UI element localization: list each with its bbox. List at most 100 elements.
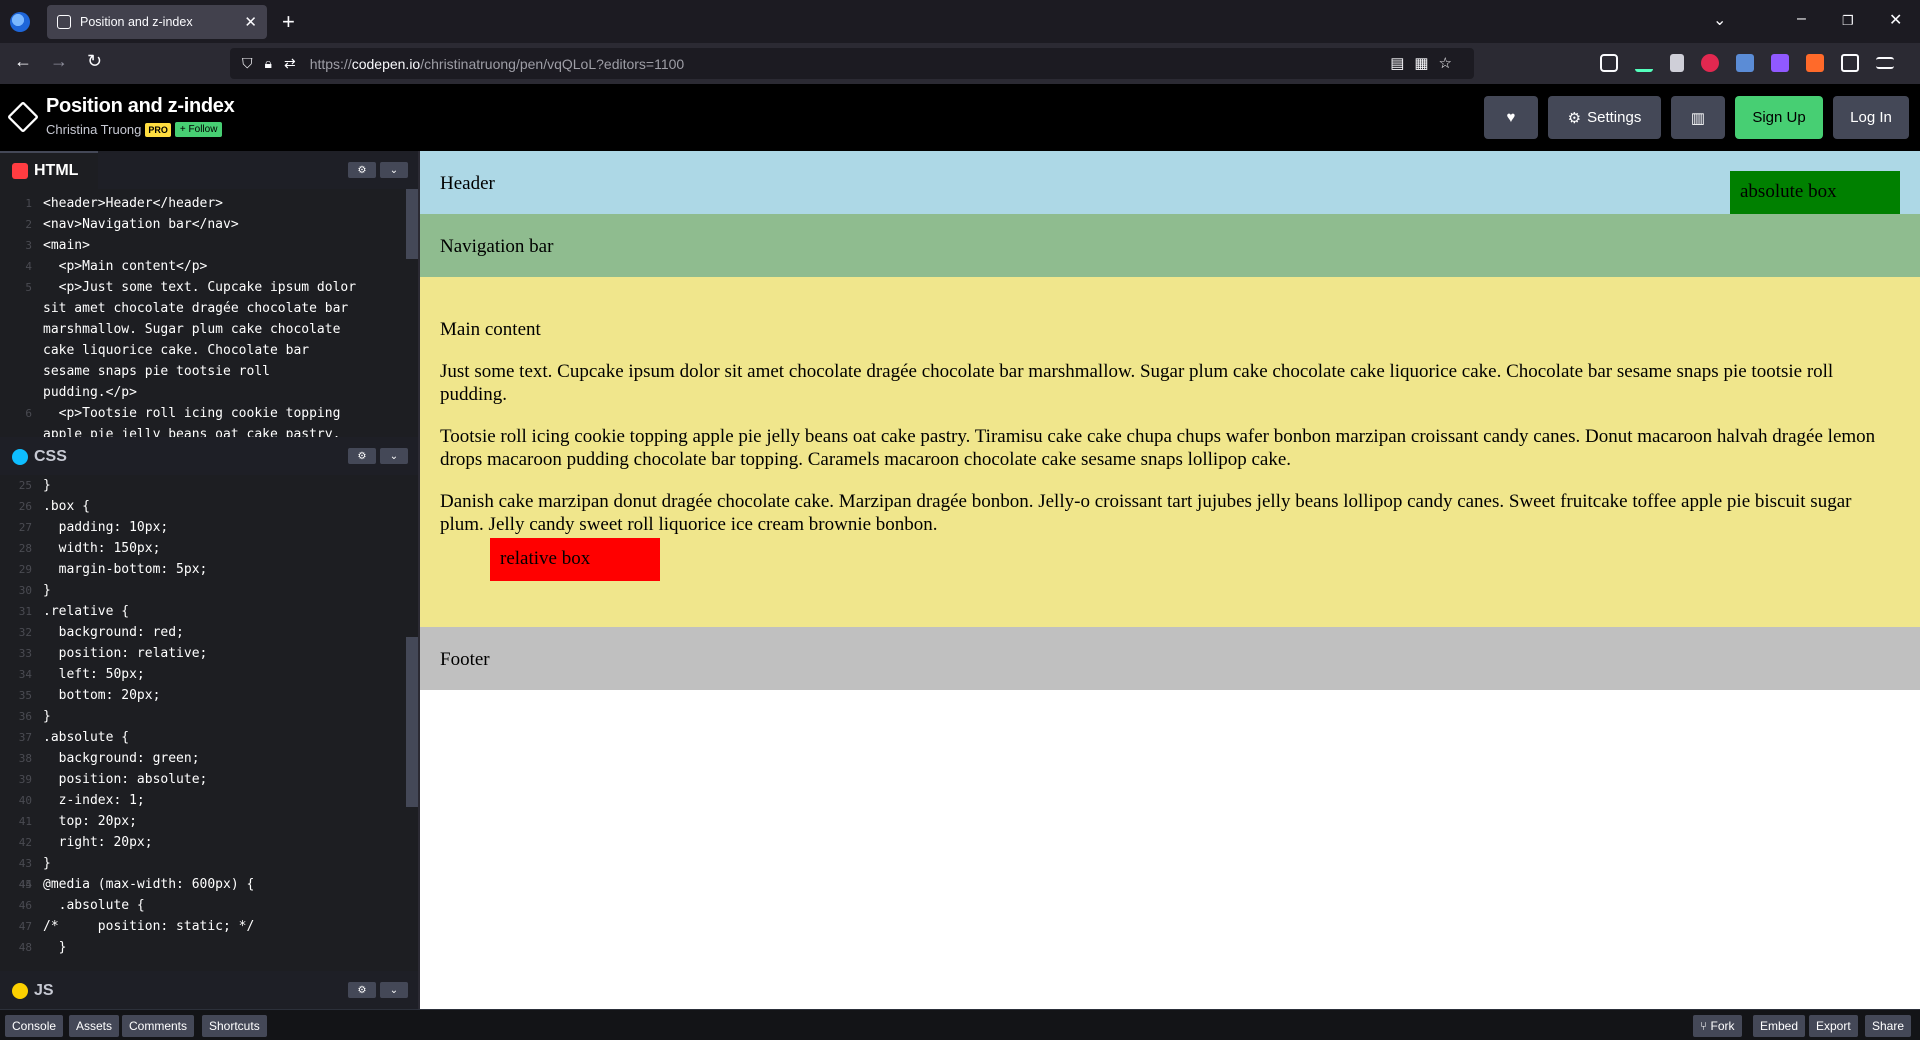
code-line[interactable]: 4 <p>Main content</p>	[0, 256, 418, 277]
share-button[interactable]: Share	[1865, 1015, 1912, 1037]
forward-icon[interactable]: →	[50, 51, 68, 72]
code-line[interactable]: cake liquorice cake. Chocolate bar	[0, 340, 418, 361]
code-text: right: 20px;	[43, 835, 153, 850]
url-bar[interactable]: ⛉ 🔒︎ ⇄ https://codepen.io/christinatruon…	[230, 48, 1474, 79]
editor-settings-icon[interactable]: ⚙	[348, 162, 376, 178]
login-button[interactable]: Log In	[1833, 96, 1909, 139]
code-line[interactable]: 38 background: green;	[0, 748, 418, 769]
code-line[interactable]: 39 position: absolute;	[0, 769, 418, 790]
browser-tab-active[interactable]: Position and z-index ✕	[47, 5, 267, 39]
extension-orange-icon[interactable]	[1806, 54, 1824, 72]
line-number: 2	[25, 218, 32, 231]
extension-blue-icon[interactable]	[1736, 54, 1754, 72]
menu-icon[interactable]	[1876, 57, 1894, 69]
code-line[interactable]: 43}	[0, 853, 418, 874]
code-line[interactable]: 41 top: 20px;	[0, 811, 418, 832]
tab-js[interactable]: JS	[0, 971, 98, 1009]
code-line[interactable]: 46 .absolute {	[0, 895, 418, 916]
new-tab-icon[interactable]: +	[282, 9, 295, 35]
editor-settings-icon[interactable]: ⚙	[348, 448, 376, 464]
code-line[interactable]: 47 /* position: static; */	[0, 916, 418, 937]
code-line[interactable]: 29 margin-bottom: 5px;	[0, 559, 418, 580]
heart-button[interactable]: ♥	[1484, 96, 1538, 139]
code-line[interactable]: 33 position: relative;	[0, 643, 418, 664]
code-line[interactable]: 3 <main>	[0, 235, 418, 256]
html-scrollbar[interactable]	[406, 189, 418, 259]
tab-css[interactable]: CSS	[0, 437, 98, 475]
preview-nav: Navigation bar	[420, 214, 1920, 277]
console-button[interactable]: Console	[5, 1015, 64, 1037]
code-line[interactable]: 27 padding: 10px;	[0, 517, 418, 538]
code-line[interactable]: pudding.</p>	[0, 382, 418, 403]
extensions-icon[interactable]	[1841, 54, 1859, 72]
html-code-editor[interactable]: 1 <header>Header</header> 2 <nav>Navigation…	[0, 189, 418, 437]
code-line[interactable]: 35 bottom: 20px;	[0, 685, 418, 706]
pocket-icon[interactable]	[1600, 54, 1618, 72]
url-bar-actions[interactable]: ▤▦☆	[1390, 54, 1462, 72]
code-text: cake liquorice cake. Chocolate bar	[43, 343, 310, 358]
close-tab-icon[interactable]: ✕	[244, 13, 257, 31]
code-line[interactable]: 45 @media (max-width: 600px) {	[0, 874, 418, 895]
shortcuts-button[interactable]: Shortcuts	[202, 1015, 267, 1037]
code-line[interactable]: 1 <header>Header</header>	[0, 193, 418, 214]
code-text: /* position: static; */	[43, 919, 255, 934]
line-number: 29	[18, 563, 32, 576]
editor-collapse-icon[interactable]: ⌄	[380, 982, 408, 998]
url-text[interactable]: https://codepen.io/christinatruong/pen/v…	[310, 56, 685, 72]
fork-button[interactable]: ⑂ Fork	[1693, 1015, 1742, 1037]
minimize-icon[interactable]: –	[1797, 10, 1806, 28]
code-line[interactable]: apple pie jelly beans oat cake pastry.	[0, 424, 418, 437]
code-line[interactable]: 5 <p>Just some text. Cupcake ipsum dolor	[0, 277, 418, 298]
preview-pane: Header absolute box Navigation bar Main …	[418, 151, 1920, 1009]
firefox-icon[interactable]	[10, 11, 30, 32]
js-editor-header: JS ⚙ ⌄	[0, 971, 418, 1009]
settings-button[interactable]: ⚙ Settings	[1548, 96, 1661, 139]
comments-button[interactable]: Comments	[122, 1015, 195, 1037]
signup-button[interactable]: Sign Up	[1735, 96, 1823, 139]
window-close-icon[interactable]: ✕	[1889, 10, 1902, 30]
css-code-editor[interactable]: 25} 26 .box {27 padding: 10px; 28 width: 15…	[0, 475, 418, 971]
extension-red-icon[interactable]	[1701, 54, 1719, 72]
restore-icon[interactable]: ❐	[1842, 13, 1854, 29]
code-line[interactable]: 31 .relative {	[0, 601, 418, 622]
editor-collapse-icon[interactable]: ⌄	[380, 162, 408, 178]
follow-button[interactable]: + Follow	[174, 122, 223, 137]
code-line[interactable]: 40 z-index: 1;	[0, 790, 418, 811]
code-line[interactable]: 36}	[0, 706, 418, 727]
permissions-icon[interactable]: ⇄	[284, 55, 296, 72]
code-line[interactable]: 34 left: 50px;	[0, 664, 418, 685]
export-button[interactable]: Export	[1809, 1015, 1858, 1037]
author-name[interactable]: Christina Truong	[46, 122, 141, 137]
html-icon	[12, 163, 28, 179]
code-line[interactable]: 37 .absolute {	[0, 727, 418, 748]
editor-settings-icon[interactable]: ⚙	[348, 982, 376, 998]
code-line[interactable]: 30}	[0, 580, 418, 601]
code-line[interactable]: 6 <p>Tootsie roll icing cookie topping	[0, 403, 418, 424]
code-line[interactable]: 2 <nav>Navigation bar</nav>	[0, 214, 418, 235]
css-scrollbar[interactable]	[406, 637, 418, 807]
editor-collapse-icon[interactable]: ⌄	[380, 448, 408, 464]
tab-html[interactable]: HTML	[0, 151, 98, 189]
code-line[interactable]: 42 right: 20px;	[0, 832, 418, 853]
line-number: 42	[18, 836, 32, 849]
code-line[interactable]: 48 }	[0, 937, 418, 958]
code-line[interactable]: sesame snaps pie tootsie roll	[0, 361, 418, 382]
code-line[interactable]: sit amet chocolate dragée chocolate bar	[0, 298, 418, 319]
embed-button[interactable]: Embed	[1753, 1015, 1806, 1037]
lock-icon[interactable]: 🔒︎	[265, 55, 272, 72]
code-line[interactable]: 28 width: 150px;	[0, 538, 418, 559]
list-tabs-icon[interactable]: ⌄	[1713, 10, 1726, 30]
shield-icon[interactable]: ⛉	[242, 55, 253, 72]
assets-button[interactable]: Assets	[69, 1015, 120, 1037]
back-icon[interactable]: ←	[14, 51, 32, 72]
layout-button[interactable]: ▥	[1671, 96, 1725, 139]
code-line[interactable]: 25}	[0, 475, 418, 496]
extension-purple-icon[interactable]	[1771, 54, 1789, 72]
wrench-icon[interactable]	[1670, 54, 1684, 72]
codepen-logo-icon[interactable]	[7, 101, 39, 133]
code-line[interactable]: marshmallow. Sugar plum cake chocolate	[0, 319, 418, 340]
code-line[interactable]: 32 background: red;	[0, 622, 418, 643]
code-line[interactable]: 26 .box {	[0, 496, 418, 517]
downloads-icon[interactable]	[1635, 54, 1653, 72]
reload-icon[interactable]: ↻	[87, 51, 102, 72]
